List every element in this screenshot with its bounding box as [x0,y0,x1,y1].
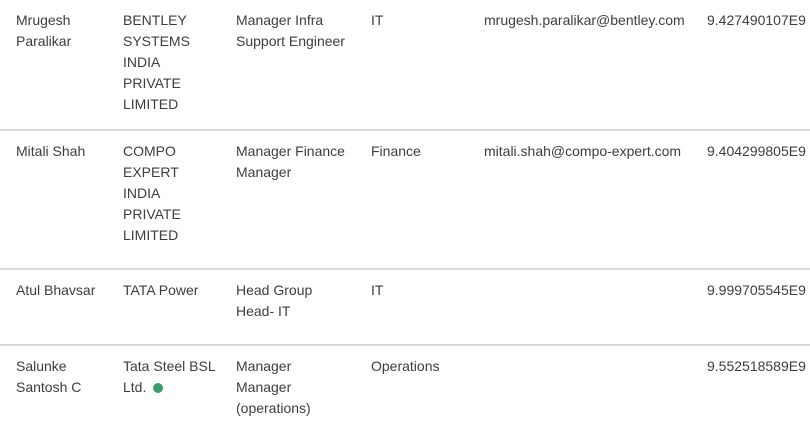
table-row: Atul Bhavsar TATA Power Head Group Head-… [0,270,810,346]
company-line: COMPO [123,143,176,159]
designation-line: (operations) [236,400,311,416]
company-line: SYSTEMS [123,33,190,49]
name-line: Mitali Shah [16,143,86,159]
email-address: mitali.shah@compo-expert.com [484,143,682,159]
phone-number: 9.552518589E9 [707,358,806,374]
contact-name: Atul Bhavsar [16,280,111,301]
department: IT [371,12,384,28]
designation-line: Manager Infra [236,12,324,28]
name-line: Paralikar [16,33,72,49]
contacts-table: Mrugesh Paralikar BENTLEY SYSTEMS INDIA … [0,0,810,433]
name-line: Salunke [16,358,67,374]
company-name: BENTLEY SYSTEMS INDIA PRIVATE LIMITED [123,10,223,115]
email-address: mrugesh.paralikar@bentley.com [484,12,685,28]
company-name: COMPO EXPERT INDIA PRIVATE LIMITED [123,141,223,246]
company-line: INDIA [123,185,161,201]
designation-line: Head Group [236,282,313,298]
designation: Manager Manager (operations) [236,356,361,419]
phone-number: 9.999705545E9 [707,282,806,298]
company-line: Tata Steel BSL [123,358,216,374]
company-line: LIMITED [123,227,179,243]
designation-line: Manager [236,379,292,395]
company-line: PRIVATE [123,206,181,222]
designation-line: Manager [236,164,292,180]
table-row: Mitali Shah COMPO EXPERT INDIA PRIVATE L… [0,131,810,270]
company-name: TATA Power [123,280,223,301]
company-line: EXPERT [123,164,179,180]
contact-name: Mrugesh Paralikar [16,10,111,52]
table-row: Mrugesh Paralikar BENTLEY SYSTEMS INDIA … [0,0,810,131]
online-status-dot-icon [153,383,164,393]
department: Finance [371,143,421,159]
phone-number: 9.427490107E9 [707,12,806,28]
company-line: PRIVATE [123,75,181,91]
department: IT [371,282,384,298]
company-name: Tata Steel BSL Ltd. [123,356,223,398]
company-line: BENTLEY [123,12,187,28]
name-line: Santosh C [16,379,82,395]
designation-line: Manager Finance [236,143,345,159]
designation: Head Group Head- IT [236,280,361,322]
department: Operations [371,358,440,374]
contact-name: Salunke Santosh C [16,356,111,398]
designation-line: Head- IT [236,303,291,319]
designation: Manager Finance Manager [236,141,361,183]
designation-line: Support Engineer [236,33,345,49]
company-line: TATA Power [123,282,199,298]
company-line: LIMITED [123,96,179,112]
company-line: INDIA [123,54,161,70]
name-line: Atul Bhavsar [16,282,96,298]
company-line: Ltd. [123,379,147,395]
designation-line: Manager [236,358,292,374]
contact-name: Mitali Shah [16,141,111,162]
table-row: Salunke Santosh C Tata Steel BSL Ltd. Ma… [0,346,810,433]
designation: Manager Infra Support Engineer [236,10,361,52]
phone-number: 9.404299805E9 [707,143,806,159]
name-line: Mrugesh [16,12,71,28]
